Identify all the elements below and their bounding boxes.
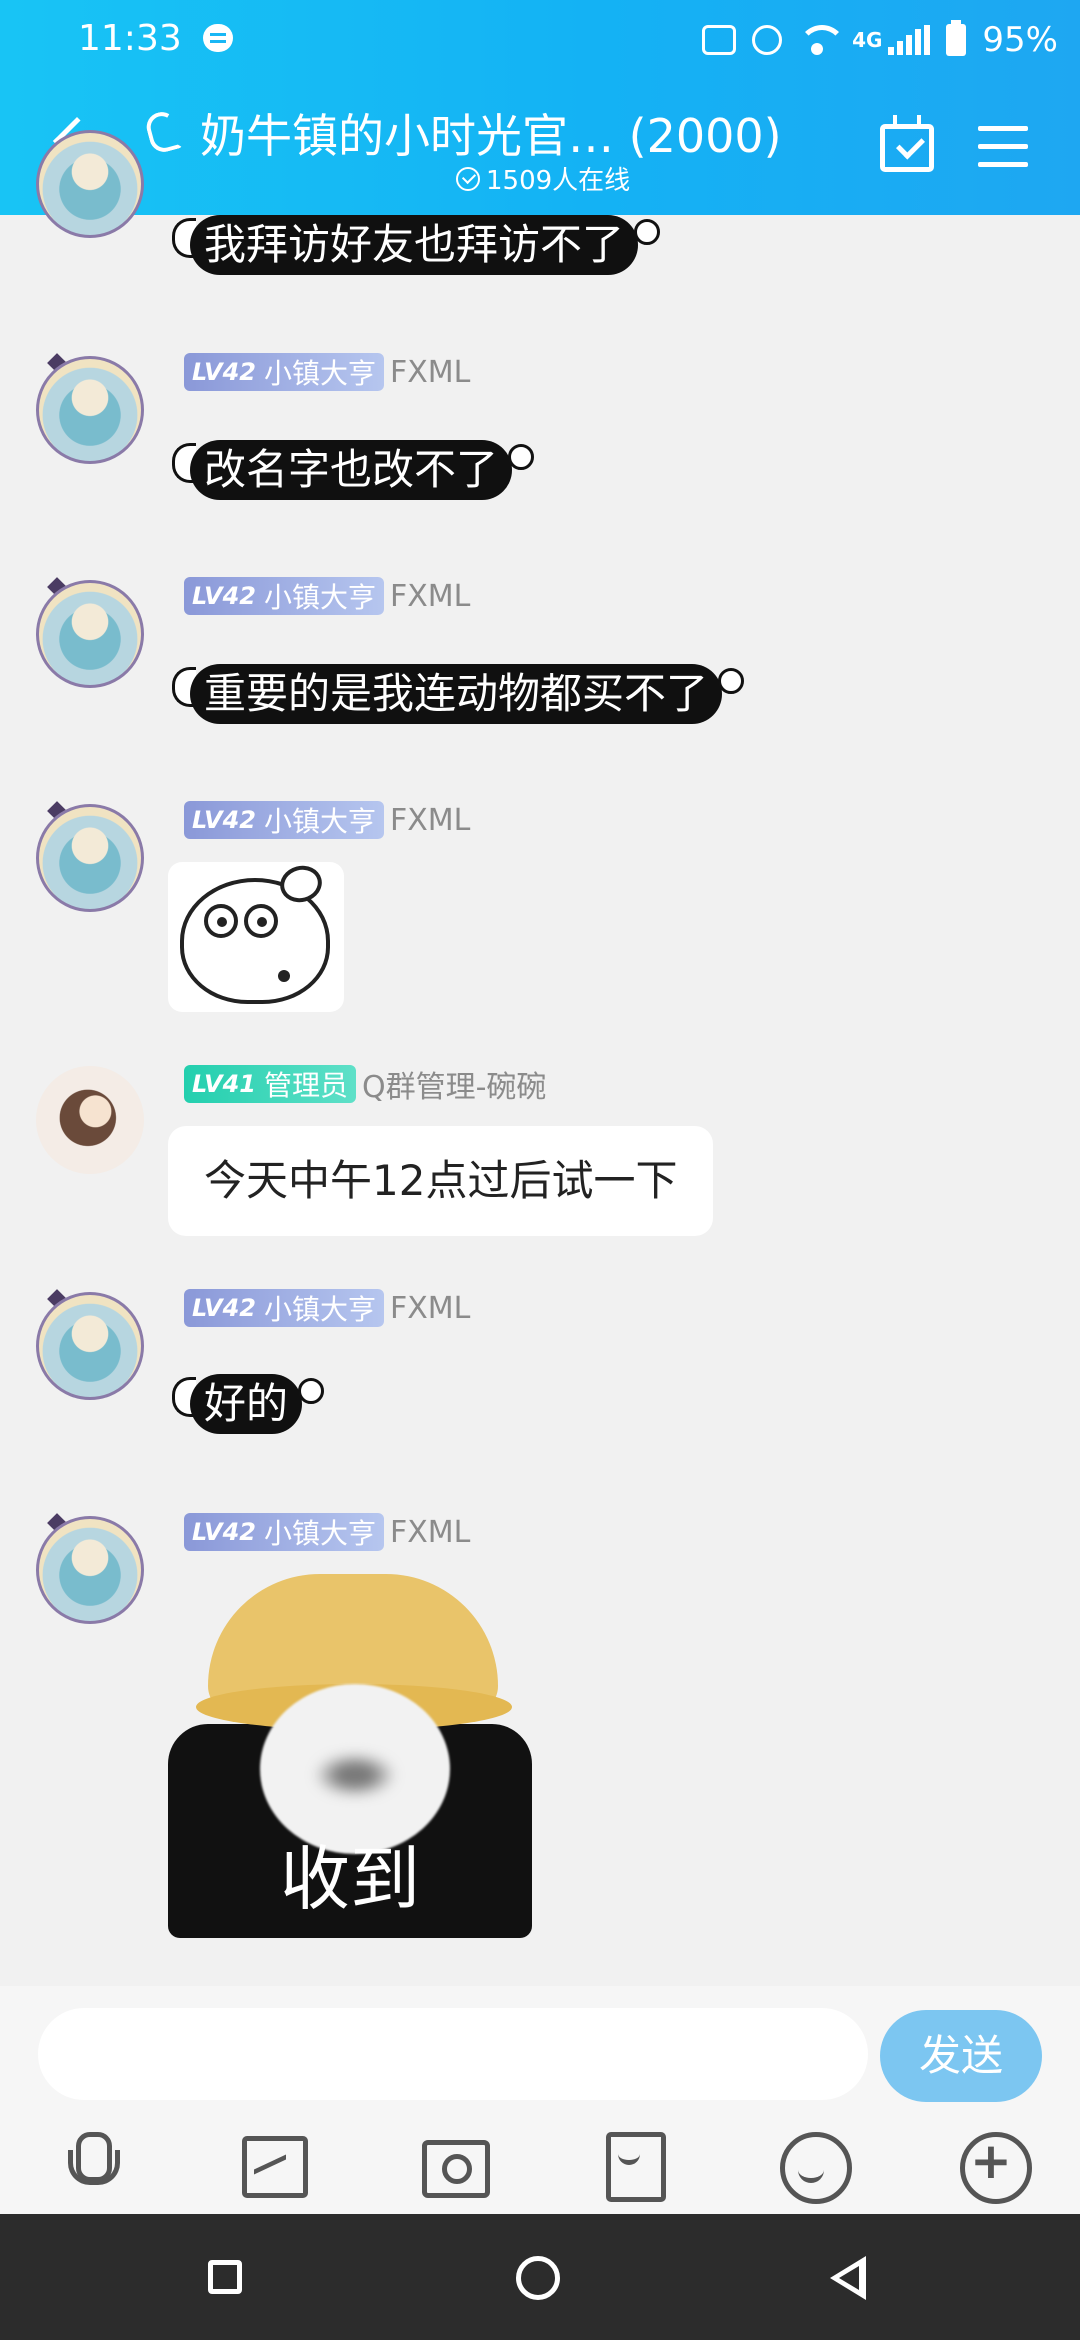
sender-name[interactable]: FXML [390, 803, 470, 838]
message-notification-icon [203, 24, 233, 52]
sender-info: LV41 管理员 Q群管理-碗碗 [184, 1062, 546, 1106]
recents-icon[interactable] [208, 2260, 242, 2294]
message-bubble[interactable]: 我拜访好友也拜访不了 [172, 215, 661, 275]
earpiece-icon[interactable] [143, 108, 183, 156]
status-icons: 4G 95% [702, 14, 1058, 66]
sticker-caption: 收到 [280, 1838, 420, 1920]
network-type: 4G [852, 28, 883, 52]
sender-name[interactable]: FXML [390, 1291, 470, 1326]
message-bubble[interactable]: 今天中午12点过后试一下 [168, 1126, 714, 1236]
red-packet-icon[interactable] [596, 2128, 666, 2202]
send-button[interactable]: 发送 [880, 2010, 1042, 2102]
message-text: 我拜访好友也拜访不了 [190, 215, 639, 275]
status-bar: 11:33 4G 95% [0, 0, 1080, 80]
online-count: 1509人在线 [456, 160, 630, 197]
online-check-icon [456, 166, 480, 191]
online-count-text: 1509人在线 [486, 166, 631, 196]
sender-info: LV42 小镇大亨 FXML [184, 352, 470, 392]
menu-icon[interactable] [978, 126, 1028, 167]
level-badge: LV42 小镇大亨 [184, 577, 384, 615]
level-badge: LV42 小镇大亨 [184, 353, 384, 391]
level-badge: LV42 小镇大亨 [184, 801, 384, 839]
header-bar: 11:33 4G 95% 奶牛镇的小时光官… (2000) 1509人在线 [0, 0, 1080, 215]
back-nav-icon[interactable] [830, 2256, 866, 2300]
system-nav-bar [0, 2214, 1080, 2340]
image-icon[interactable] [236, 2128, 308, 2198]
plus-icon[interactable] [956, 2128, 1032, 2204]
sender-info: LV42 小镇大亨 FXML [184, 800, 470, 840]
alarm-icon [752, 25, 783, 55]
status-time: 11:33 [78, 18, 182, 59]
avatar[interactable] [36, 356, 144, 464]
battery-icon [946, 20, 967, 56]
calendar-check-icon[interactable] [880, 115, 934, 172]
avatar[interactable] [36, 1066, 144, 1174]
message-text: 重要的是我连动物都买不了 [190, 664, 723, 724]
message-bubble[interactable]: 重要的是我连动物都买不了 [172, 664, 745, 724]
sender-info: LV42 小镇大亨 FXML [184, 576, 470, 616]
home-icon[interactable] [516, 2256, 560, 2300]
avatar[interactable] [36, 1292, 144, 1400]
sender-name[interactable]: FXML [390, 1515, 470, 1550]
sender-name[interactable]: FXML [390, 355, 470, 390]
message-input[interactable] [38, 2008, 868, 2100]
sender-name[interactable]: FXML [390, 579, 470, 614]
mic-icon[interactable] [54, 2128, 124, 2198]
battery-level: 95% [982, 20, 1058, 60]
input-bar: 发送 [0, 1986, 1080, 2214]
message-text: 好的 [190, 1374, 303, 1434]
signal-icon [888, 25, 931, 55]
level-badge: LV42 小镇大亨 [184, 1513, 384, 1551]
sender-name[interactable]: Q群管理-碗碗 [362, 1062, 546, 1106]
sender-info: LV42 小镇大亨 FXML [184, 1288, 470, 1328]
avatar[interactable] [36, 580, 144, 688]
emoji-icon[interactable] [776, 2128, 852, 2204]
toolbar [0, 2114, 1080, 2214]
camera-icon[interactable] [416, 2128, 490, 2198]
message-text: 今天中午12点过后试一下 [204, 1156, 678, 1205]
message-bubble[interactable]: 改名字也改不了 [172, 440, 535, 500]
group-title[interactable]: 奶牛镇的小时光官… (2000) [200, 100, 782, 166]
auto-icon [702, 25, 737, 55]
sender-info: LV42 小镇大亨 FXML [184, 1512, 470, 1552]
chat-nav: 奶牛镇的小时光官… (2000) 1509人在线 [0, 90, 1080, 210]
message-bubble[interactable]: 好的 [172, 1374, 325, 1434]
wifi-icon [798, 25, 847, 55]
avatar[interactable] [36, 130, 144, 238]
sticker-image[interactable]: 收到 [168, 1574, 532, 1938]
admin-badge: LV41 管理员 [184, 1065, 356, 1103]
level-badge: LV42 小镇大亨 [184, 1289, 384, 1327]
sticker-image[interactable] [168, 862, 344, 1012]
avatar[interactable] [36, 1516, 144, 1624]
avatar[interactable] [36, 804, 144, 912]
message-text: 改名字也改不了 [190, 440, 513, 500]
